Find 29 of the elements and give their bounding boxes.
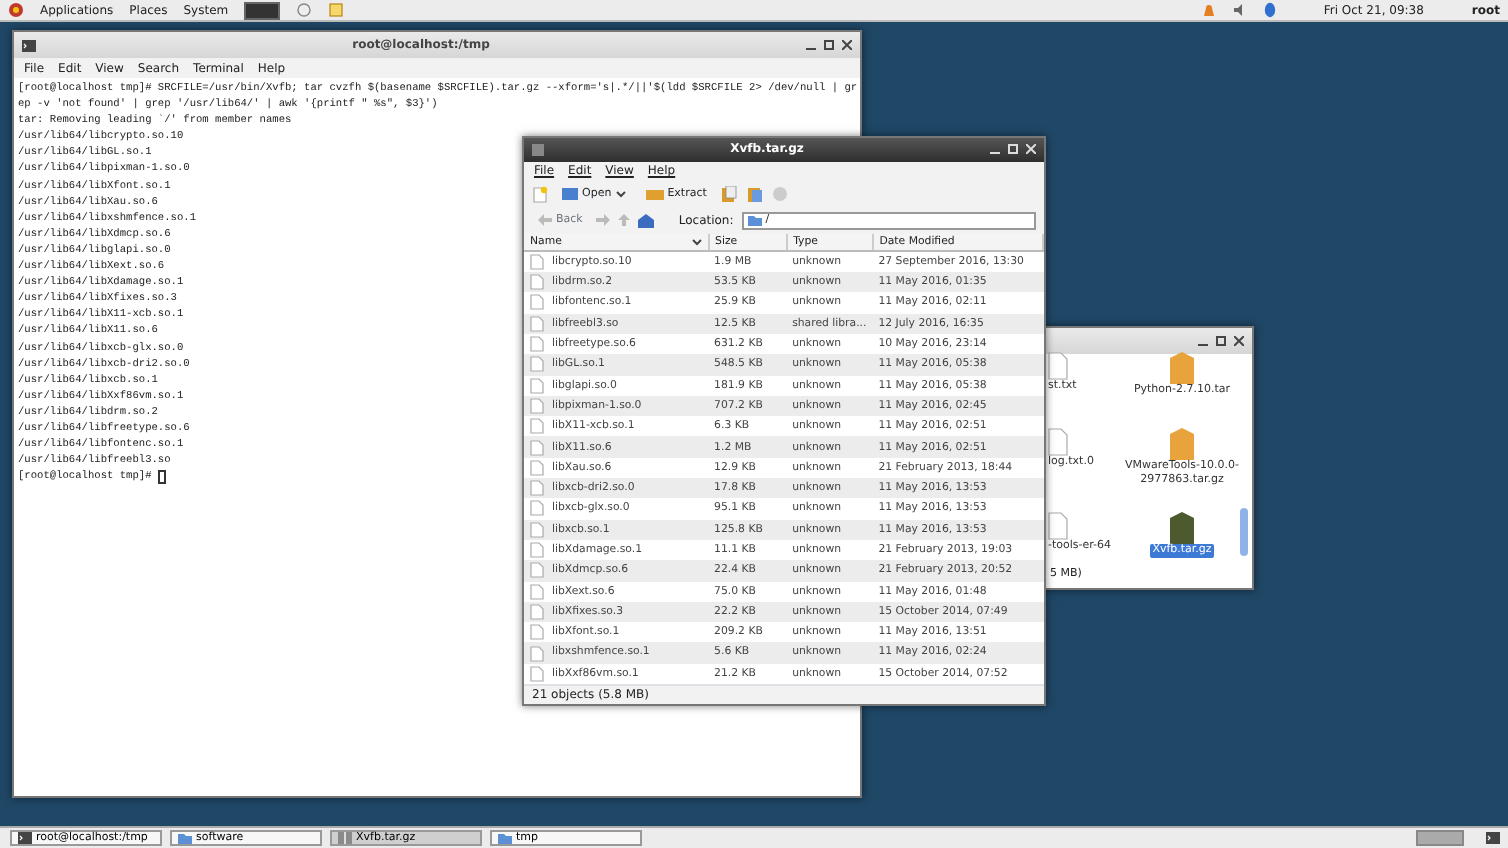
box-icon bbox=[645, 187, 664, 202]
volume-icon bbox=[1231, 2, 1248, 18]
caret-icon bbox=[615, 190, 626, 199]
close-icon[interactable] bbox=[1234, 336, 1244, 346]
maximize-icon[interactable] bbox=[1216, 336, 1226, 346]
text-cursor bbox=[157, 469, 166, 484]
terminal-icon bbox=[22, 39, 36, 51]
scrollbar-thumb[interactable] bbox=[1240, 508, 1248, 556]
logo-icon bbox=[8, 2, 24, 18]
folder-icon bbox=[498, 832, 512, 844]
maximize-icon[interactable] bbox=[824, 40, 834, 50]
left-arrow-icon bbox=[538, 214, 552, 227]
home-icon[interactable] bbox=[638, 213, 655, 228]
app-icon bbox=[532, 143, 544, 156]
close-icon[interactable] bbox=[842, 40, 852, 50]
terminal-icon bbox=[18, 832, 32, 844]
package-icon bbox=[338, 832, 352, 844]
workspace-thumbnail[interactable] bbox=[244, 1, 281, 19]
package-icon bbox=[1168, 352, 1196, 384]
workspace-switcher[interactable] bbox=[1416, 830, 1464, 846]
add-folder-icon[interactable] bbox=[746, 185, 765, 204]
folder-icon bbox=[178, 832, 192, 844]
sort-icon bbox=[691, 237, 702, 246]
package-icon bbox=[1168, 512, 1196, 544]
add-files-icon[interactable] bbox=[720, 185, 739, 204]
folder-icon bbox=[747, 214, 762, 227]
notepad-icon bbox=[328, 2, 345, 18]
package-icon bbox=[1168, 428, 1196, 460]
folder-icon bbox=[562, 188, 578, 201]
